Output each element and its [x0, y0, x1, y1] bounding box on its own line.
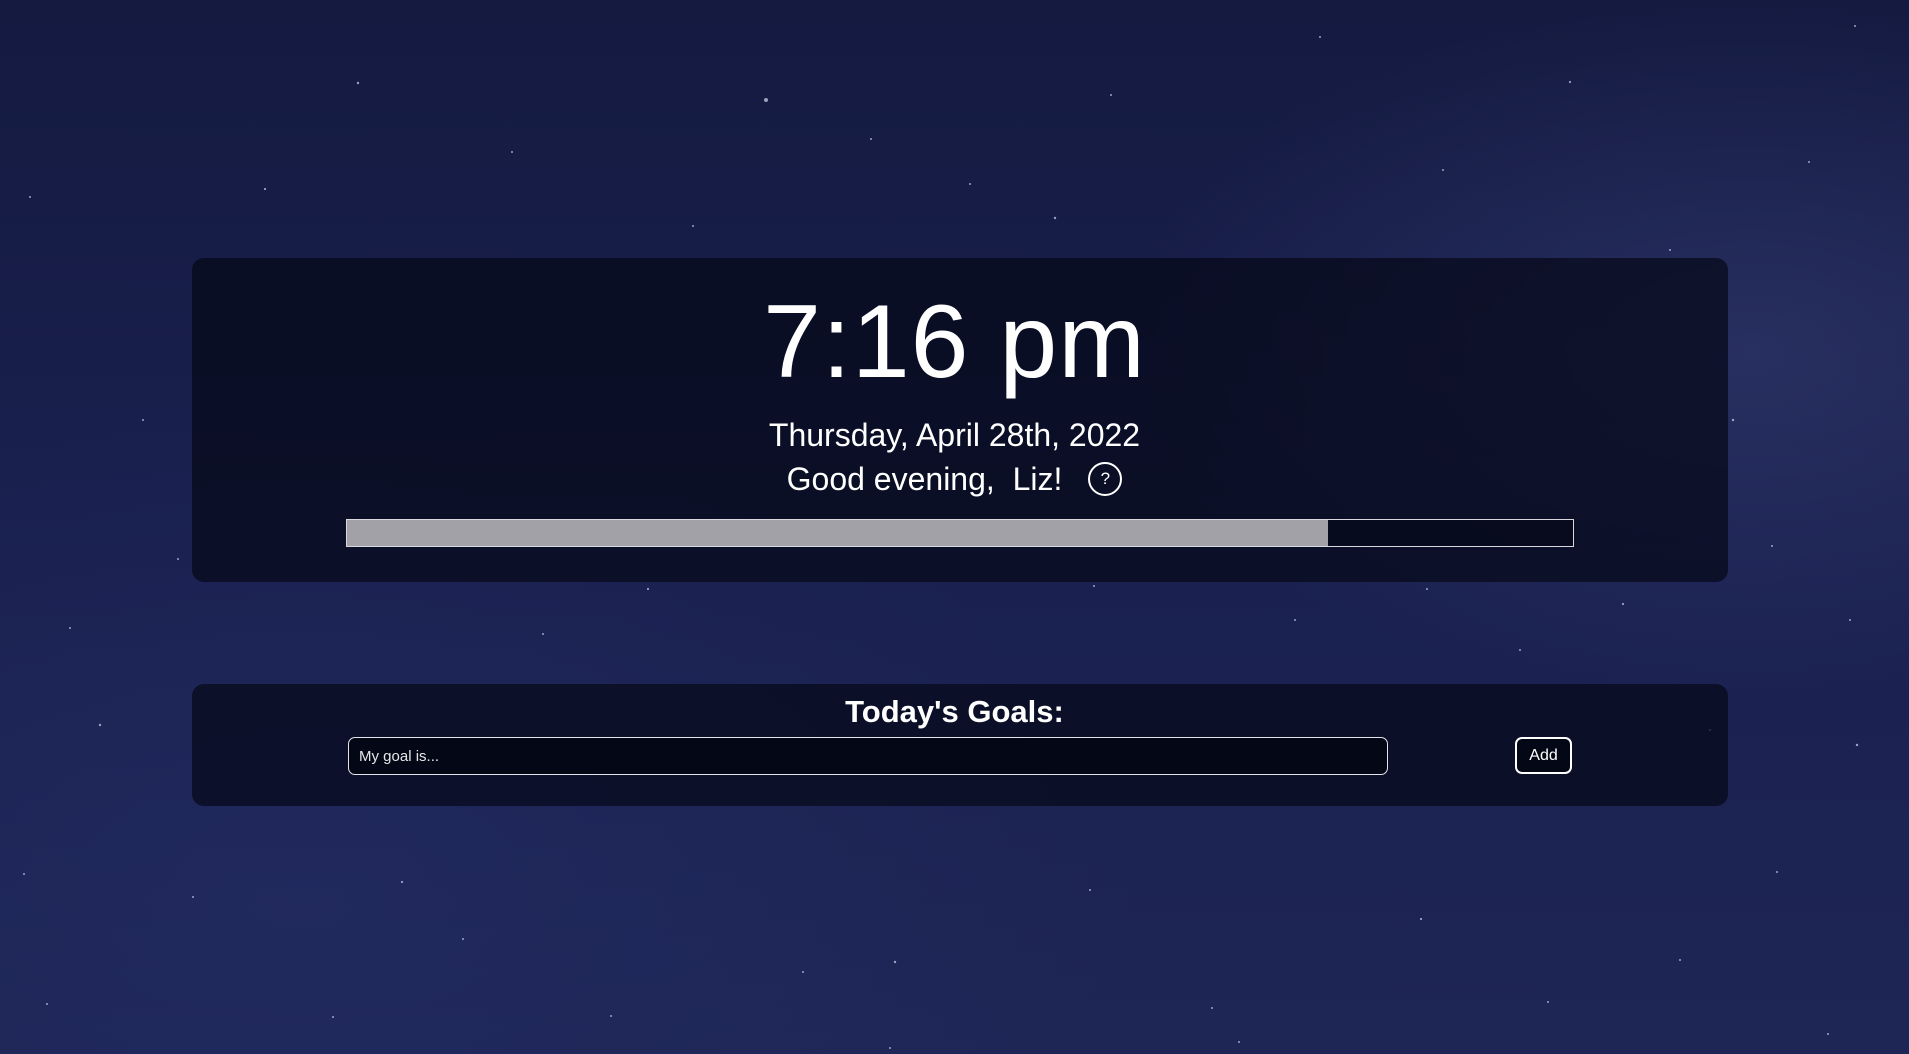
help-button[interactable]: ?	[1088, 462, 1123, 496]
greeting-row: Good evening, Liz! ?	[0, 456, 1909, 502]
question-mark-icon: ?	[1100, 469, 1111, 488]
add-goal-button[interactable]: Add	[1515, 737, 1572, 774]
clock-date: Thursday, April 28th, 2022	[768, 417, 1141, 453]
day-progress-bar	[346, 519, 1574, 547]
greeting-text: Good evening, Liz!	[786, 461, 1063, 497]
goal-input[interactable]	[348, 737, 1388, 775]
goals-title: Today's Goals:	[845, 694, 1064, 729]
clock-time: 7:16 pm	[763, 284, 1146, 400]
day-progress-fill	[347, 520, 1328, 546]
